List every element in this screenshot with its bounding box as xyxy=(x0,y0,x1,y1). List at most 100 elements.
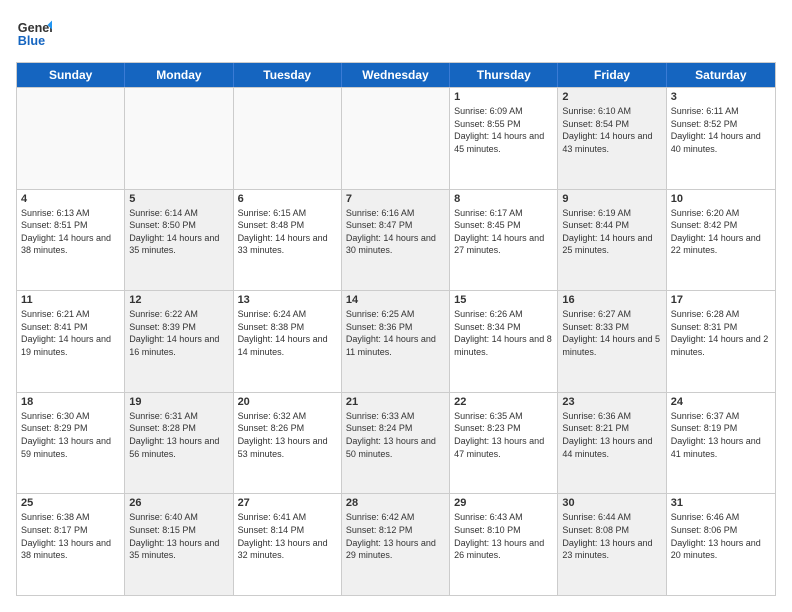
cal-cell-4: 4 Sunrise: 6:13 AM Sunset: 8:51 PM Daylig… xyxy=(17,190,125,291)
day-info: Sunrise: 6:25 AM Sunset: 8:36 PM Dayligh… xyxy=(346,308,445,358)
day-number: 21 xyxy=(346,396,445,408)
day-info: Sunrise: 6:20 AM Sunset: 8:42 PM Dayligh… xyxy=(671,207,771,257)
day-info: Sunrise: 6:46 AM Sunset: 8:06 PM Dayligh… xyxy=(671,511,771,561)
day-info: Sunrise: 6:41 AM Sunset: 8:14 PM Dayligh… xyxy=(238,511,337,561)
page: General Blue SundayMondayTuesdayWednesda… xyxy=(0,0,792,612)
cal-cell-empty-01 xyxy=(125,88,233,189)
day-number: 7 xyxy=(346,193,445,205)
day-info: Sunrise: 6:31 AM Sunset: 8:28 PM Dayligh… xyxy=(129,410,228,460)
day-number: 9 xyxy=(562,193,661,205)
cal-cell-12: 12Sunrise: 6:22 AM Sunset: 8:39 PM Dayli… xyxy=(125,291,233,392)
day-number: 27 xyxy=(238,497,337,509)
day-info: Sunrise: 6:43 AM Sunset: 8:10 PM Dayligh… xyxy=(454,511,553,561)
day-number: 16 xyxy=(562,294,661,306)
header-day-wednesday: Wednesday xyxy=(342,63,450,87)
day-number: 29 xyxy=(454,497,553,509)
cal-row-1: 4 Sunrise: 6:13 AM Sunset: 8:51 PM Daylig… xyxy=(17,189,775,291)
cal-cell-31: 31 Sunrise: 6:46 AM Sunset: 8:06 PM Dayli… xyxy=(667,494,775,595)
cal-cell-11: 11 Sunrise: 6:21 AM Sunset: 8:41 PM Dayli… xyxy=(17,291,125,392)
day-number: 31 xyxy=(671,497,771,509)
day-info: Sunrise: 6:35 AM Sunset: 8:23 PM Dayligh… xyxy=(454,410,553,460)
cal-cell-24: 24Sunrise: 6:37 AM Sunset: 8:19 PM Dayli… xyxy=(667,393,775,494)
cal-row-4: 25 Sunrise: 6:38 AM Sunset: 8:17 PM Dayli… xyxy=(17,493,775,595)
day-number: 23 xyxy=(562,396,661,408)
day-info: Sunrise: 6:10 AM Sunset: 8:54 PM Dayligh… xyxy=(562,105,661,155)
calendar-header: SundayMondayTuesdayWednesdayThursdayFrid… xyxy=(17,63,775,87)
day-info: Sunrise: 6:13 AM Sunset: 8:51 PM Dayligh… xyxy=(21,207,120,257)
day-number: 5 xyxy=(129,193,228,205)
logo: General Blue xyxy=(16,16,58,52)
calendar: SundayMondayTuesdayWednesdayThursdayFrid… xyxy=(16,62,776,596)
cal-cell-18: 18Sunrise: 6:30 AM Sunset: 8:29 PM Dayli… xyxy=(17,393,125,494)
day-info: Sunrise: 6:21 AM Sunset: 8:41 PM Dayligh… xyxy=(21,308,120,358)
cal-cell-8: 8Sunrise: 6:17 AM Sunset: 8:45 PM Daylig… xyxy=(450,190,558,291)
day-info: Sunrise: 6:15 AM Sunset: 8:48 PM Dayligh… xyxy=(238,207,337,257)
day-number: 17 xyxy=(671,294,771,306)
cal-cell-1: 1 Sunrise: 6:09 AM Sunset: 8:55 PM Daylig… xyxy=(450,88,558,189)
day-info: Sunrise: 6:44 AM Sunset: 8:08 PM Dayligh… xyxy=(562,511,661,561)
header-day-tuesday: Tuesday xyxy=(234,63,342,87)
calendar-body: 1 Sunrise: 6:09 AM Sunset: 8:55 PM Daylig… xyxy=(17,87,775,595)
cal-cell-10: 10Sunrise: 6:20 AM Sunset: 8:42 PM Dayli… xyxy=(667,190,775,291)
day-number: 30 xyxy=(562,497,661,509)
day-number: 13 xyxy=(238,294,337,306)
day-info: Sunrise: 6:32 AM Sunset: 8:26 PM Dayligh… xyxy=(238,410,337,460)
cal-cell-16: 16 Sunrise: 6:27 AM Sunset: 8:33 PM Dayli… xyxy=(558,291,666,392)
day-number: 4 xyxy=(21,193,120,205)
day-number: 2 xyxy=(562,91,661,103)
day-number: 28 xyxy=(346,497,445,509)
header-day-thursday: Thursday xyxy=(450,63,558,87)
day-info: Sunrise: 6:37 AM Sunset: 8:19 PM Dayligh… xyxy=(671,410,771,460)
day-info: Sunrise: 6:09 AM Sunset: 8:55 PM Dayligh… xyxy=(454,105,553,155)
day-info: Sunrise: 6:24 AM Sunset: 8:38 PM Dayligh… xyxy=(238,308,337,358)
cal-cell-empty-03 xyxy=(342,88,450,189)
cal-cell-21: 21 Sunrise: 6:33 AM Sunset: 8:24 PM Dayli… xyxy=(342,393,450,494)
header-day-saturday: Saturday xyxy=(667,63,775,87)
cal-cell-empty-00 xyxy=(17,88,125,189)
cal-cell-5: 5 Sunrise: 6:14 AM Sunset: 8:50 PM Daylig… xyxy=(125,190,233,291)
cal-cell-29: 29 Sunrise: 6:43 AM Sunset: 8:10 PM Dayli… xyxy=(450,494,558,595)
day-number: 25 xyxy=(21,497,120,509)
day-number: 19 xyxy=(129,396,228,408)
day-number: 11 xyxy=(21,294,120,306)
header-day-monday: Monday xyxy=(125,63,233,87)
header: General Blue xyxy=(16,16,776,52)
cal-cell-6: 6Sunrise: 6:15 AM Sunset: 8:48 PM Daylig… xyxy=(234,190,342,291)
cal-row-2: 11 Sunrise: 6:21 AM Sunset: 8:41 PM Dayli… xyxy=(17,290,775,392)
cal-cell-empty-02 xyxy=(234,88,342,189)
header-day-friday: Friday xyxy=(558,63,666,87)
cal-cell-27: 27 Sunrise: 6:41 AM Sunset: 8:14 PM Dayli… xyxy=(234,494,342,595)
cal-cell-23: 23 Sunrise: 6:36 AM Sunset: 8:21 PM Dayli… xyxy=(558,393,666,494)
day-info: Sunrise: 6:19 AM Sunset: 8:44 PM Dayligh… xyxy=(562,207,661,257)
logo-icon: General Blue xyxy=(16,16,52,52)
cal-cell-19: 19 Sunrise: 6:31 AM Sunset: 8:28 PM Dayli… xyxy=(125,393,233,494)
day-number: 20 xyxy=(238,396,337,408)
day-number: 15 xyxy=(454,294,553,306)
day-info: Sunrise: 6:40 AM Sunset: 8:15 PM Dayligh… xyxy=(129,511,228,561)
day-number: 26 xyxy=(129,497,228,509)
day-info: Sunrise: 6:33 AM Sunset: 8:24 PM Dayligh… xyxy=(346,410,445,460)
cal-cell-30: 30 Sunrise: 6:44 AM Sunset: 8:08 PM Dayli… xyxy=(558,494,666,595)
cal-cell-26: 26 Sunrise: 6:40 AM Sunset: 8:15 PM Dayli… xyxy=(125,494,233,595)
day-info: Sunrise: 6:26 AM Sunset: 8:34 PM Dayligh… xyxy=(454,308,553,358)
svg-text:Blue: Blue xyxy=(18,34,45,48)
day-info: Sunrise: 6:36 AM Sunset: 8:21 PM Dayligh… xyxy=(562,410,661,460)
cal-row-3: 18Sunrise: 6:30 AM Sunset: 8:29 PM Dayli… xyxy=(17,392,775,494)
cal-cell-3: 3Sunrise: 6:11 AM Sunset: 8:52 PM Daylig… xyxy=(667,88,775,189)
header-day-sunday: Sunday xyxy=(17,63,125,87)
day-info: Sunrise: 6:16 AM Sunset: 8:47 PM Dayligh… xyxy=(346,207,445,257)
cal-cell-20: 20 Sunrise: 6:32 AM Sunset: 8:26 PM Dayli… xyxy=(234,393,342,494)
day-info: Sunrise: 6:28 AM Sunset: 8:31 PM Dayligh… xyxy=(671,308,771,358)
day-info: Sunrise: 6:38 AM Sunset: 8:17 PM Dayligh… xyxy=(21,511,120,561)
day-number: 8 xyxy=(454,193,553,205)
cal-cell-14: 14 Sunrise: 6:25 AM Sunset: 8:36 PM Dayli… xyxy=(342,291,450,392)
day-number: 1 xyxy=(454,91,553,103)
day-number: 14 xyxy=(346,294,445,306)
cal-cell-22: 22Sunrise: 6:35 AM Sunset: 8:23 PM Dayli… xyxy=(450,393,558,494)
cal-cell-15: 15 Sunrise: 6:26 AM Sunset: 8:34 PM Dayli… xyxy=(450,291,558,392)
cal-cell-9: 9 Sunrise: 6:19 AM Sunset: 8:44 PM Daylig… xyxy=(558,190,666,291)
day-number: 3 xyxy=(671,91,771,103)
cal-cell-7: 7 Sunrise: 6:16 AM Sunset: 8:47 PM Daylig… xyxy=(342,190,450,291)
day-info: Sunrise: 6:27 AM Sunset: 8:33 PM Dayligh… xyxy=(562,308,661,358)
day-info: Sunrise: 6:14 AM Sunset: 8:50 PM Dayligh… xyxy=(129,207,228,257)
